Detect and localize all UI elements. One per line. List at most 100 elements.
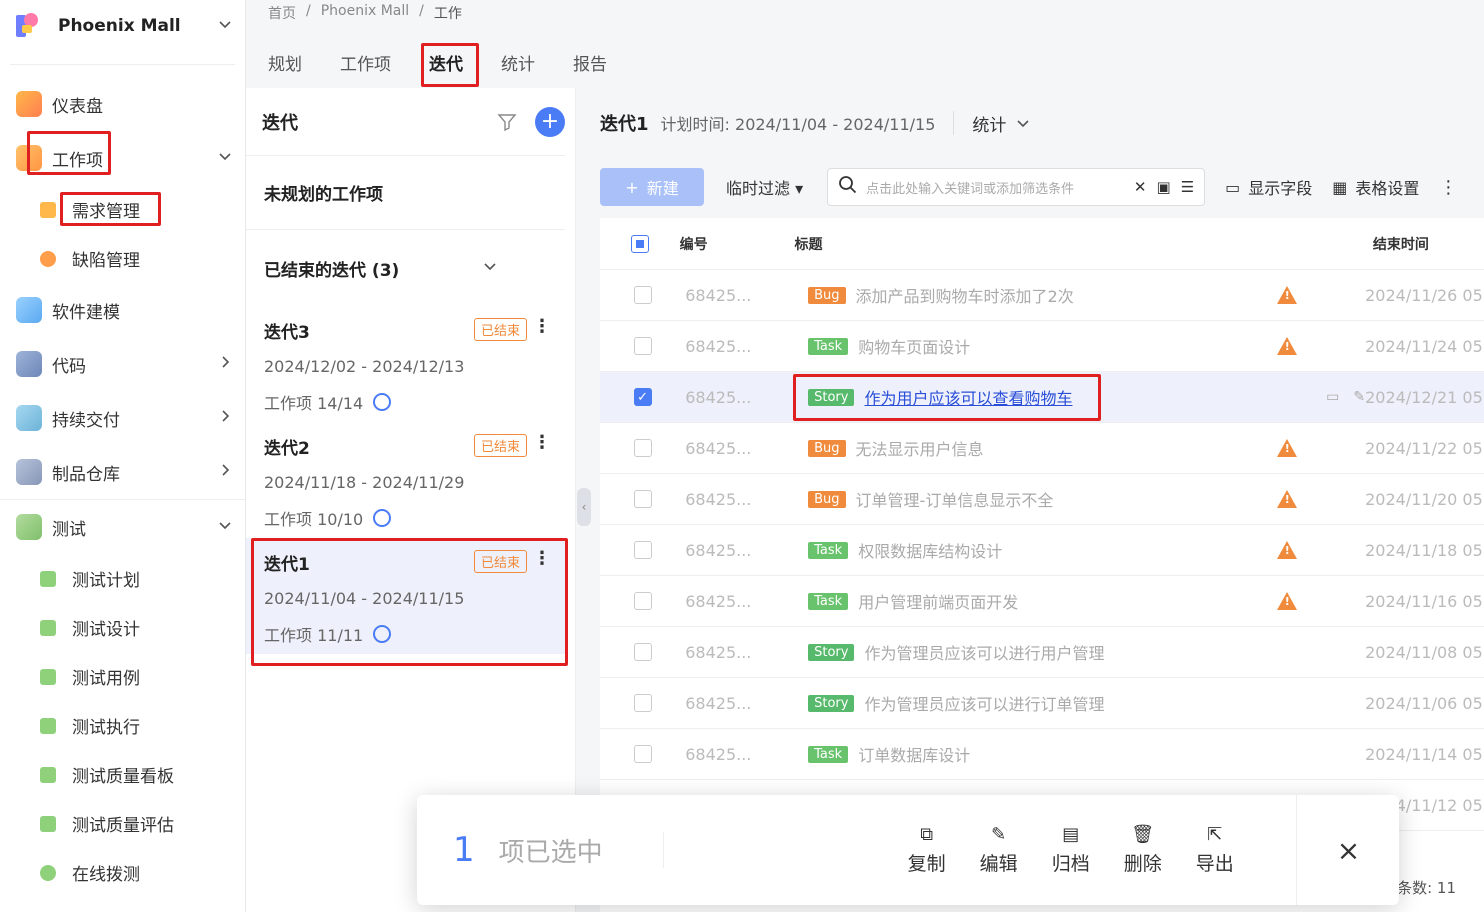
row-checkbox[interactable]: ✓ xyxy=(633,388,652,406)
row-title-text[interactable]: 用户管理前端页面开发 xyxy=(858,589,1018,613)
tab-plan[interactable]: 规划 xyxy=(268,42,302,86)
sidebar-item-workitem[interactable]: 工作项 xyxy=(0,131,245,185)
save-filter-icon[interactable]: ▣ xyxy=(1157,178,1171,196)
more-icon[interactable]: ⋮ xyxy=(533,316,551,337)
show-fields-button[interactable]: ▭ 显示字段 xyxy=(1225,175,1312,199)
table-row[interactable]: 68425... Bug 添加产品到购物车时添加了2次 2024/11/26 0… xyxy=(600,270,1484,321)
list-icon[interactable]: ☰ xyxy=(1181,178,1194,196)
row-title[interactable]: Task 购物车页面设计 xyxy=(808,334,1264,358)
table-row[interactable]: 68425... Task 用户管理前端页面开发 2024/11/16 05 xyxy=(600,576,1484,627)
table-row[interactable]: 68425... Bug 无法显示用户信息 2024/11/22 05 xyxy=(600,423,1484,474)
sidebar-subitem-test-exec[interactable]: 测试执行 xyxy=(0,701,245,750)
sidebar-subitem-dial-test[interactable]: 在线拨测 xyxy=(0,848,245,897)
table-row[interactable]: ✓ 68425... Story 作为用户应该可以查看购物车 ▭ ✎ 2024/1… xyxy=(600,372,1484,423)
row-checkbox[interactable] xyxy=(633,643,652,661)
highlight-box xyxy=(421,43,479,87)
add-iteration-button[interactable]: + xyxy=(535,106,565,137)
iteration-card[interactable]: 迭代2 2024/11/18 - 2024/11/29 工作项 10/10 已结… xyxy=(246,422,565,538)
row-title[interactable]: Story 作为管理员应该可以进行用户管理 xyxy=(808,640,1264,664)
row-checkbox[interactable] xyxy=(633,541,652,559)
column-id[interactable]: 编号 xyxy=(680,234,795,254)
delete-action-button[interactable]: 🗑 删除 xyxy=(1124,824,1162,876)
iteration-card[interactable]: 迭代3 2024/12/02 - 2024/12/13 工作项 14/14 已结… xyxy=(246,306,565,422)
select-all-checkbox[interactable] xyxy=(630,234,649,253)
clear-icon[interactable]: ✕ xyxy=(1134,178,1147,196)
close-icon[interactable]: × xyxy=(1337,834,1360,867)
table-row[interactable]: 68425... Task 权限数据库结构设计 2024/11/18 05 xyxy=(600,525,1484,576)
row-checkbox[interactable] xyxy=(633,694,652,712)
project-switcher[interactable]: Phoenix Mall xyxy=(0,0,245,52)
collapse-panel-handle[interactable]: ‹ xyxy=(577,488,591,526)
chevron-down-icon xyxy=(205,149,245,167)
temp-filter-dropdown[interactable]: 临时过滤 ▾ xyxy=(726,175,803,199)
row-checkbox[interactable] xyxy=(633,745,652,763)
breadcrumb-project[interactable]: Phoenix Mall xyxy=(321,3,409,23)
table-row[interactable]: 68425... Story 作为管理员应该可以进行订单管理 2024/11/0… xyxy=(600,678,1484,729)
row-title[interactable]: Bug 订单管理-订单信息显示不全 xyxy=(808,487,1264,511)
sidebar-subitem-test-plan[interactable]: 测试计划 xyxy=(0,554,245,603)
column-title[interactable]: 标题 xyxy=(794,234,1220,254)
more-icon[interactable]: ⋮ xyxy=(533,432,551,453)
row-title[interactable]: Story 作为管理员应该可以进行订单管理 xyxy=(808,691,1264,715)
sidebar-item-test[interactable]: 测试 xyxy=(0,500,245,554)
sidebar-subitem-test-eval[interactable]: 测试质量评估 xyxy=(0,799,245,848)
row-title-text[interactable]: 添加产品到购物车时添加了2次 xyxy=(856,283,1074,307)
column-end-time[interactable]: 结束时间 xyxy=(1373,234,1484,254)
search-input[interactable]: 点击此处输入关键词或添加筛选条件 ✕ ▣ ☰ xyxy=(827,168,1206,206)
iteration-panel-title: 迭代 xyxy=(262,112,298,134)
row-checkbox[interactable] xyxy=(633,439,652,457)
new-button[interactable]: + 新建 xyxy=(600,168,704,206)
row-checkbox[interactable] xyxy=(633,490,652,508)
row-title-text[interactable]: 作为管理员应该可以进行订单管理 xyxy=(864,691,1104,715)
edit-action-button[interactable]: ✎ 编辑 xyxy=(980,824,1018,876)
row-title-text[interactable]: 作为管理员应该可以进行用户管理 xyxy=(864,640,1104,664)
sidebar-item-code[interactable]: 代码 xyxy=(0,337,245,391)
tab-report[interactable]: 报告 xyxy=(573,42,607,86)
tab-workitem[interactable]: 工作项 xyxy=(340,42,391,86)
edit-icon[interactable]: ✎ xyxy=(1353,389,1365,405)
row-title-text[interactable]: 购物车页面设计 xyxy=(858,334,970,358)
sidebar-subitem-test-board[interactable]: 测试质量看板 xyxy=(0,750,245,799)
sidebar-subitem-test-design[interactable]: 测试设计 xyxy=(0,603,245,652)
row-title-text[interactable]: 无法显示用户信息 xyxy=(856,436,984,460)
stats-dropdown[interactable]: 统计 xyxy=(972,111,1030,136)
comment-icon[interactable]: ▭ xyxy=(1326,389,1339,405)
breadcrumb-home[interactable]: 首页 xyxy=(268,3,296,23)
table-row[interactable]: 68425... Task 订单数据库设计 2024/11/14 05 xyxy=(600,729,1484,780)
table-row[interactable]: 68425... Story 作为管理员应该可以进行用户管理 2024/11/0… xyxy=(600,627,1484,678)
search-icon xyxy=(838,175,858,199)
row-title-text[interactable]: 订单数据库设计 xyxy=(858,742,970,766)
table-row[interactable]: 68425... Bug 订单管理-订单信息显示不全 2024/11/20 05 xyxy=(600,474,1484,525)
copy-action-button[interactable]: ⧉ 复制 xyxy=(908,824,946,876)
table-settings-button[interactable]: ▦ 表格设置 xyxy=(1332,175,1419,199)
sidebar-item-delivery[interactable]: 持续交付 xyxy=(0,391,245,445)
more-icon[interactable]: ⋮ xyxy=(1439,177,1457,198)
sidebar-subitem-requirements[interactable]: 需求管理 xyxy=(0,185,245,234)
finished-iterations-header[interactable]: 已结束的迭代 (3) xyxy=(246,230,565,306)
sidebar-item-artifact[interactable]: 制品仓库 xyxy=(0,445,245,499)
filter-icon[interactable] xyxy=(497,112,517,132)
table-row[interactable]: 68425... Task 购物车页面设计 2024/11/24 05 xyxy=(600,321,1484,372)
row-checkbox[interactable] xyxy=(633,337,652,355)
row-title[interactable]: Task 订单数据库设计 xyxy=(808,742,1264,766)
archive-action-button[interactable]: ▤ 归档 xyxy=(1052,824,1090,876)
sidebar-subitem-defects[interactable]: 缺陷管理 xyxy=(0,234,245,283)
sidebar-subitem-test-case[interactable]: 测试用例 xyxy=(0,652,245,701)
row-title[interactable]: Bug 无法显示用户信息 xyxy=(808,436,1264,460)
sidebar-item-modeling[interactable]: 软件建模 xyxy=(0,283,245,337)
export-action-button[interactable]: ⇱ 导出 xyxy=(1196,824,1234,876)
row-title[interactable]: Bug 添加产品到购物车时添加了2次 xyxy=(808,283,1264,307)
row-title[interactable]: Task 权限数据库结构设计 xyxy=(808,538,1264,562)
sidebar-item-dashboard[interactable]: 仪表盘 xyxy=(0,77,245,131)
row-title-text[interactable]: 权限数据库结构设计 xyxy=(858,538,1002,562)
row-end-time: 2024/11/26 05 xyxy=(1365,285,1483,305)
row-checkbox[interactable] xyxy=(633,592,652,610)
warning-icon xyxy=(1276,490,1297,508)
row-checkbox[interactable] xyxy=(633,286,652,304)
row-title-text[interactable]: 订单管理-订单信息显示不全 xyxy=(856,487,1054,511)
requirements-icon xyxy=(40,201,56,218)
unplanned-workitems[interactable]: 未规划的工作项 xyxy=(246,156,565,230)
phoenix-logo-icon xyxy=(14,11,44,41)
row-title[interactable]: Task 用户管理前端页面开发 xyxy=(808,589,1264,613)
tab-stats[interactable]: 统计 xyxy=(501,42,535,86)
